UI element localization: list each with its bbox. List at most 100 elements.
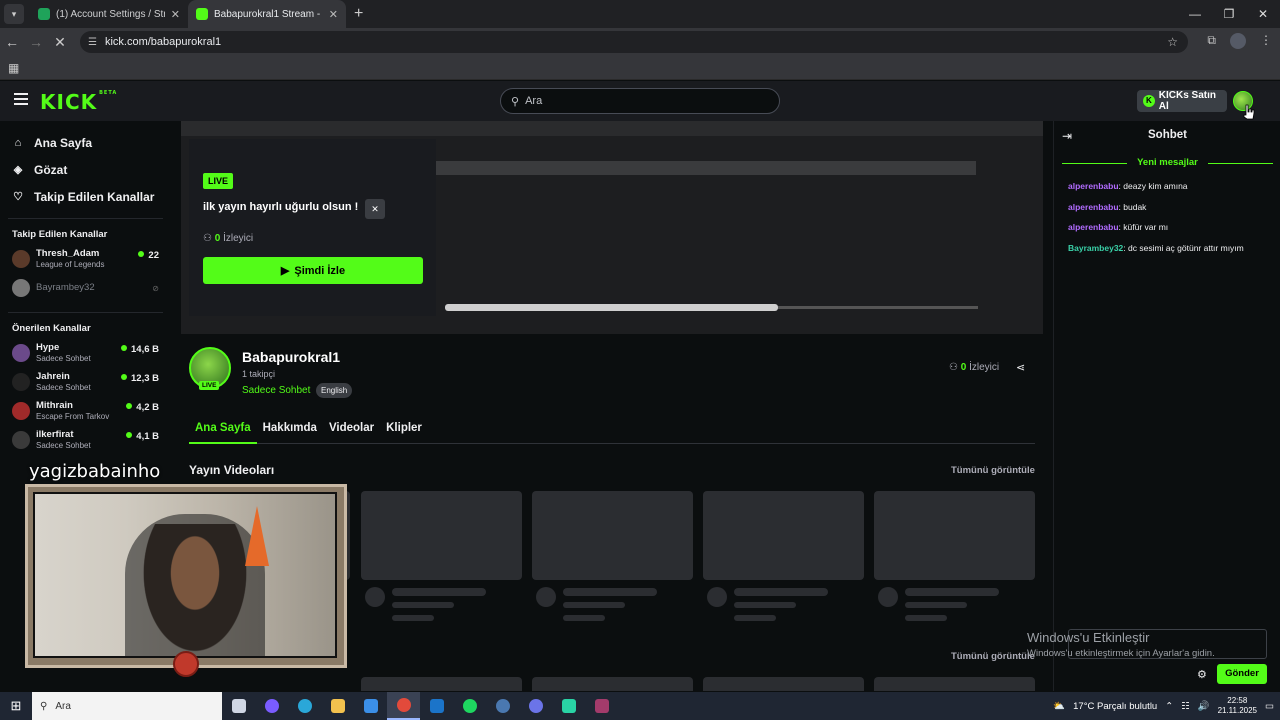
address-bar[interactable]: ☰ kick.com/babapurokral1 ☆ xyxy=(80,31,1188,53)
sidebar-item-browse[interactable]: ◈ Gözat xyxy=(0,156,171,183)
video-card-skeleton[interactable] xyxy=(532,491,693,621)
discord-icon[interactable] xyxy=(519,692,552,720)
viewers-label: İzleyici xyxy=(223,233,254,244)
forward-icon[interactable]: → xyxy=(24,34,48,50)
chat-username[interactable]: alperenbabu xyxy=(1068,222,1119,232)
menu-hamburger-icon[interactable] xyxy=(14,93,28,105)
tab-about[interactable]: Hakkımda xyxy=(257,418,323,443)
clock[interactable]: 22:58 21.11.2025 xyxy=(1218,696,1257,716)
share-icon[interactable]: ⋖ xyxy=(1016,361,1025,374)
viewers-label: İzleyici xyxy=(969,362,1000,373)
language-tag[interactable]: English xyxy=(316,383,353,398)
new-tab-icon[interactable]: + xyxy=(354,5,363,23)
file-explorer-icon[interactable] xyxy=(321,692,354,720)
buy-kicks-button[interactable]: K KICKs Satın Al xyxy=(1137,90,1227,112)
browser-tab-kick-stream[interactable]: Babapurokral1 Stream - Watch ✕ xyxy=(188,0,346,28)
search-input[interactable]: ⚲ Ara xyxy=(500,88,780,114)
video-thumbnail xyxy=(874,491,1035,580)
steam-icon[interactable] xyxy=(486,692,519,720)
recommended-channel-item[interactable]: Mithrain Escape From Tarkov 4,2 B xyxy=(0,398,171,427)
video-card-skeleton[interactable] xyxy=(874,491,1035,621)
video-thumbnail[interactable] xyxy=(703,677,864,691)
skeleton-line xyxy=(563,615,605,621)
viewers-icon: ⚇ xyxy=(203,233,215,244)
chat-message: alperenbabu: budak xyxy=(1068,202,1146,212)
taskbar-search[interactable]: ⚲ Ara xyxy=(32,692,222,720)
channel-category-link[interactable]: Sadece Sohbet xyxy=(242,385,310,396)
followed-channel-item[interactable]: Thresh_Adam League of Legends 22 xyxy=(0,246,171,275)
send-button[interactable]: Gönder xyxy=(1217,664,1267,684)
video-card-skeleton[interactable] xyxy=(703,491,864,621)
video-thumbnail[interactable] xyxy=(874,677,1035,691)
volume-icon[interactable]: 🔊 xyxy=(1198,701,1210,712)
channel-name[interactable]: Babapurokral1 xyxy=(242,349,340,365)
chat-text: : dc sesimi aç götünr attır mıyım xyxy=(1123,243,1244,253)
bookmark-star-icon[interactable]: ☆ xyxy=(1167,35,1178,49)
followed-channel-item[interactable]: Bayrambey32 ⊘ xyxy=(0,275,171,304)
chat-username[interactable]: alperenbabu xyxy=(1068,202,1119,212)
live-dot-icon xyxy=(121,374,127,380)
outlook-icon[interactable] xyxy=(420,692,453,720)
kick-logo[interactable]: KICK BETA xyxy=(40,90,117,114)
tab-close-icon[interactable]: ✕ xyxy=(171,8,180,21)
tab-search-button[interactable]: ▾ xyxy=(4,4,24,24)
skeleton-avatar xyxy=(365,587,385,607)
video-player[interactable]: LIVE ilk yayın hayırlı uğurlu olsun ! ✕ … xyxy=(181,121,1043,334)
stop-loading-icon[interactable]: ✕ xyxy=(48,34,72,51)
profile-avatar[interactable] xyxy=(1230,33,1246,49)
tab-videos[interactable]: Videolar xyxy=(323,418,380,443)
skeleton-line xyxy=(734,615,776,621)
apps-grid-icon[interactable]: ▦ xyxy=(8,61,19,75)
preview-viewers: ⚇ 0 İzleyici xyxy=(203,233,253,244)
close-window-icon[interactable]: ✕ xyxy=(1246,0,1280,28)
sidebar-item-following[interactable]: ♡ Takip Edilen Kanallar xyxy=(0,183,171,210)
video-content xyxy=(445,304,778,311)
network-icon[interactable]: ☷ xyxy=(1181,701,1190,712)
minimize-icon[interactable]: — xyxy=(1178,0,1212,28)
chat-settings-icon[interactable]: ⚙ xyxy=(1197,668,1207,681)
site-info-icon[interactable]: ☰ xyxy=(88,37,97,48)
browser-tab-account-settings[interactable]: (1) Account Settings / Streamlab ✕ xyxy=(30,0,188,28)
windows-start-icon[interactable]: ⊞ xyxy=(0,698,32,714)
sidebar-item-home[interactable]: ⌂ Ana Sayfa xyxy=(0,129,171,156)
see-all-link[interactable]: Tümünü görüntüle xyxy=(951,651,1035,662)
show-hidden-icons-icon[interactable]: ⌃ xyxy=(1165,701,1173,712)
copilot-icon[interactable] xyxy=(255,692,288,720)
webcam-cone xyxy=(245,506,269,566)
channel-live-badge: LIVE xyxy=(199,381,220,390)
back-icon[interactable]: ← xyxy=(0,34,24,50)
task-view-icon[interactable] xyxy=(222,692,255,720)
tab-close-icon[interactable]: ✕ xyxy=(329,8,338,21)
chat-username[interactable]: alperenbabu xyxy=(1068,181,1119,191)
notifications-icon[interactable]: ▭ xyxy=(1265,701,1274,712)
video-thumbnail[interactable] xyxy=(361,677,522,691)
offline-preview-card: LIVE ilk yayın hayırlı uğurlu olsun ! ✕ … xyxy=(189,139,436,316)
muted-speaker-icon[interactable]: ✕ xyxy=(365,199,385,219)
watch-now-button[interactable]: ▶ Şimdi İzle xyxy=(203,257,423,284)
skeleton-line xyxy=(392,588,486,596)
video-thumbnail[interactable] xyxy=(532,677,693,691)
tab-clips[interactable]: Klipler xyxy=(380,418,428,443)
winrar-icon[interactable] xyxy=(585,692,618,720)
skeleton-avatar xyxy=(878,587,898,607)
recommended-channel-item[interactable]: ilkerfirat Sadece Sohbet 4,1 B xyxy=(0,427,171,456)
recommended-channel-item[interactable]: Jahrein Sadece Sohbet 12,3 B xyxy=(0,369,171,398)
restore-icon[interactable]: ❐ xyxy=(1212,0,1246,28)
browser-menu-icon[interactable]: ⋮ xyxy=(1260,33,1272,49)
chrome-icon[interactable] xyxy=(387,692,420,720)
see-all-link[interactable]: Tümünü görüntüle xyxy=(951,465,1035,476)
edge-icon[interactable] xyxy=(288,692,321,720)
store-icon[interactable] xyxy=(354,692,387,720)
windows-activation-watermark: Windows'u Etkinleştir Windows'u etkinleş… xyxy=(1027,630,1215,659)
viewers-count: 0 xyxy=(960,362,967,373)
extensions-icon[interactable]: ⧉ xyxy=(1207,33,1216,49)
recommended-channel-item[interactable]: Hype Sadece Sohbet 14,6 B xyxy=(0,340,171,369)
spotify-icon[interactable] xyxy=(453,692,486,720)
mouse-pointer-icon xyxy=(1243,104,1255,120)
tab-home[interactable]: Ana Sayfa xyxy=(189,418,257,444)
video-card-skeleton[interactable] xyxy=(361,491,522,621)
chat-username[interactable]: Bayrambey32 xyxy=(1068,243,1123,253)
sidebar-nav: ⌂ Ana Sayfa ◈ Gözat ♡ Takip Edilen Kanallar xyxy=(0,121,171,210)
weather-text[interactable]: 17°C Parçalı bulutlu xyxy=(1073,701,1157,712)
streamlabs-icon[interactable] xyxy=(552,692,585,720)
